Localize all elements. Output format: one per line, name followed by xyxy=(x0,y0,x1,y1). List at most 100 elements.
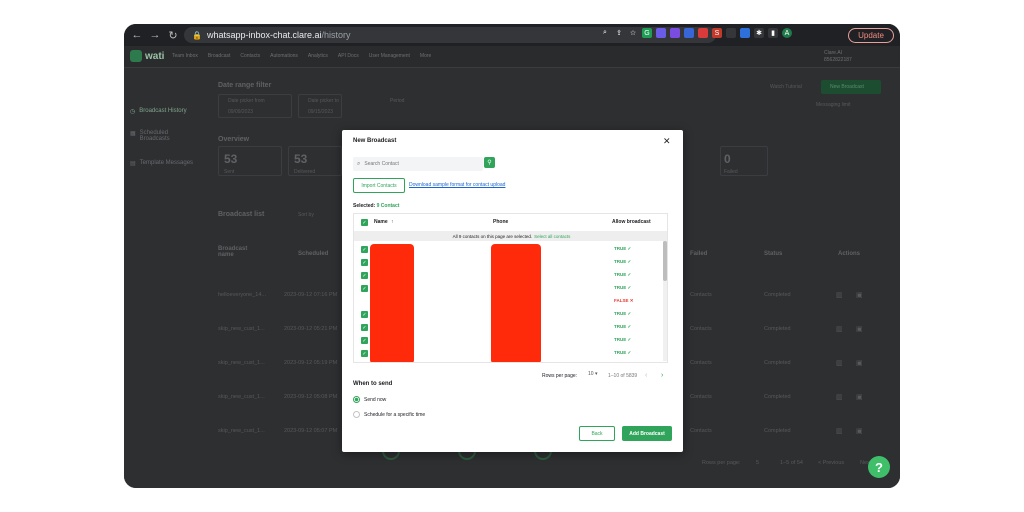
view-icon[interactable]: ▣ xyxy=(856,291,863,299)
column-header-name[interactable]: Name xyxy=(374,219,388,225)
cell: Completed xyxy=(764,360,791,366)
back-button[interactable]: Back xyxy=(579,426,615,441)
modal-pagination: Rows per page: 10 ▾ 1–10 of 5839 ‹ › xyxy=(542,370,672,382)
nav-item[interactable]: Analytics xyxy=(308,53,328,59)
stat-label: Failed xyxy=(724,169,738,175)
extension-icon[interactable] xyxy=(740,28,750,38)
update-button[interactable]: Update xyxy=(848,28,894,43)
zoom-icon[interactable]: ⌕ xyxy=(600,28,610,38)
row-checkbox[interactable]: ✓ xyxy=(361,311,368,318)
nav-items: Team Inbox Broadcast Contacts Automation… xyxy=(172,53,431,59)
grammarly-icon[interactable]: G xyxy=(642,28,652,38)
selected-count: Selected: 9 Contact xyxy=(353,203,399,209)
nav-item[interactable]: Contacts xyxy=(240,53,260,59)
back-arrow-icon[interactable]: ← xyxy=(128,24,146,46)
view-icon[interactable]: ▣ xyxy=(856,427,863,435)
analytics-icon[interactable]: ▥ xyxy=(836,359,843,367)
shield-icon[interactable] xyxy=(684,28,694,38)
send-now-label[interactable]: Send now xyxy=(364,397,386,403)
sort-arrow-icon[interactable]: ↑ xyxy=(391,219,394,225)
row-checkbox[interactable]: ✓ xyxy=(361,259,368,266)
row-checkbox[interactable]: ✓ xyxy=(361,246,368,253)
cell: skip_new_cust_1... xyxy=(218,428,265,434)
download-sample-link[interactable]: Download sample format for contact uploa… xyxy=(409,182,505,188)
table-scrollbar[interactable] xyxy=(663,241,667,361)
cell: Contacts xyxy=(690,360,712,366)
bg-previous-button[interactable]: < Previous xyxy=(818,460,844,466)
bookmark-star-icon[interactable]: ☆ xyxy=(628,28,638,38)
bg-rows-per-page-value[interactable]: 5 xyxy=(756,460,759,466)
puzzle-icon[interactable]: ✱ xyxy=(754,28,764,38)
close-icon[interactable]: ✕ xyxy=(663,136,671,147)
avatar[interactable]: A xyxy=(782,28,792,38)
forward-arrow-icon[interactable]: → xyxy=(146,24,164,46)
extension-icon[interactable]: S xyxy=(712,28,722,38)
row-checkbox[interactable]: ✓ xyxy=(361,337,368,344)
import-contacts-button[interactable]: Import Contacts xyxy=(353,178,405,193)
sidebar-item-scheduled[interactable]: ▦ Scheduled Broadcasts xyxy=(130,130,180,142)
rows-per-page-select[interactable]: 10 ▾ xyxy=(588,371,597,377)
template-icon: ▤ xyxy=(130,161,136,167)
sidebar-item-templates[interactable]: ▤ Template Messages xyxy=(130,160,193,167)
sidebar-item-broadcast-history[interactable]: ◷ Broadcast History xyxy=(130,108,187,115)
sort-label[interactable]: Sort by xyxy=(298,212,314,218)
filter-icon[interactable]: ⚲ xyxy=(484,157,495,168)
chevron-right-icon[interactable]: › xyxy=(661,372,663,379)
extension-icon[interactable] xyxy=(670,28,680,38)
nav-item[interactable]: API Docs xyxy=(338,53,359,59)
schedule-radio[interactable] xyxy=(353,411,360,418)
search-contact-field[interactable]: ⌕ xyxy=(353,157,483,171)
extension-icon[interactable] xyxy=(726,28,736,38)
scrollbar-thumb[interactable] xyxy=(663,241,667,281)
new-broadcast-bg-label: New Broadcast xyxy=(830,84,864,90)
nav-item[interactable]: Broadcast xyxy=(208,53,231,59)
select-all-checkbox[interactable]: ✓ xyxy=(361,219,368,226)
watch-tutorial-link[interactable]: Watch Tutorial xyxy=(770,84,802,90)
chevron-left-icon[interactable]: ‹ xyxy=(645,372,647,379)
allow-broadcast-value: FALSE ✕ xyxy=(614,298,634,303)
analytics-icon[interactable]: ▥ xyxy=(836,291,843,299)
brand-name: wati xyxy=(145,50,165,62)
view-icon[interactable]: ▣ xyxy=(856,359,863,367)
history-icon: ◷ xyxy=(130,109,136,115)
sidepanel-icon[interactable]: ▮ xyxy=(768,28,778,38)
view-icon[interactable]: ▣ xyxy=(856,393,863,401)
search-input[interactable] xyxy=(364,161,470,167)
cell: skip_new_cust_1... xyxy=(218,360,265,366)
help-icon[interactable]: ? xyxy=(868,456,890,478)
redacted-phone-column xyxy=(491,244,541,362)
view-icon[interactable]: ▣ xyxy=(856,325,863,333)
send-now-radio[interactable] xyxy=(353,396,360,403)
nav-item[interactable]: More xyxy=(420,53,431,59)
nav-item[interactable]: Automations xyxy=(270,53,298,59)
add-broadcast-button[interactable]: Add Broadcast xyxy=(622,426,672,441)
lock-icon: 🔒 xyxy=(192,30,202,40)
stat-label: Delivered xyxy=(294,169,316,175)
row-checkbox[interactable]: ✓ xyxy=(361,285,368,292)
analytics-icon[interactable]: ▥ xyxy=(836,325,843,333)
nav-item[interactable]: Team Inbox xyxy=(172,53,198,59)
date-filter-title: Date range filter xyxy=(218,82,272,89)
share-icon[interactable]: ⇪ xyxy=(614,28,624,38)
extension-icon[interactable] xyxy=(698,28,708,38)
messaging-limit[interactable]: Messaging limit xyxy=(816,102,850,108)
row-checkbox[interactable]: ✓ xyxy=(361,350,368,357)
row-checkbox[interactable]: ✓ xyxy=(361,324,368,331)
cell: Completed xyxy=(764,292,791,298)
user-info[interactable]: Clare.AI 8562822187 xyxy=(824,50,852,64)
analytics-icon[interactable]: ▥ xyxy=(836,427,843,435)
reload-icon[interactable]: ↻ xyxy=(164,24,182,46)
overview-title: Overview xyxy=(218,136,250,143)
table-header: ✓ Name ↑ Phone Allow broadcast xyxy=(354,214,667,231)
brand-logo[interactable]: wati xyxy=(130,50,164,62)
select-all-link[interactable]: Select all contacts xyxy=(534,234,570,239)
extension-icon[interactable] xyxy=(656,28,666,38)
schedule-label[interactable]: Schedule for a specific time xyxy=(364,412,425,418)
analytics-icon[interactable]: ▥ xyxy=(836,393,843,401)
chat-icon xyxy=(130,50,142,62)
rows-per-page-label: Rows per page: xyxy=(542,373,578,379)
row-checkbox[interactable]: ✓ xyxy=(361,272,368,279)
column-header: Actions xyxy=(838,251,861,257)
cell: Contacts xyxy=(690,428,712,434)
nav-item[interactable]: User Management xyxy=(369,53,410,59)
